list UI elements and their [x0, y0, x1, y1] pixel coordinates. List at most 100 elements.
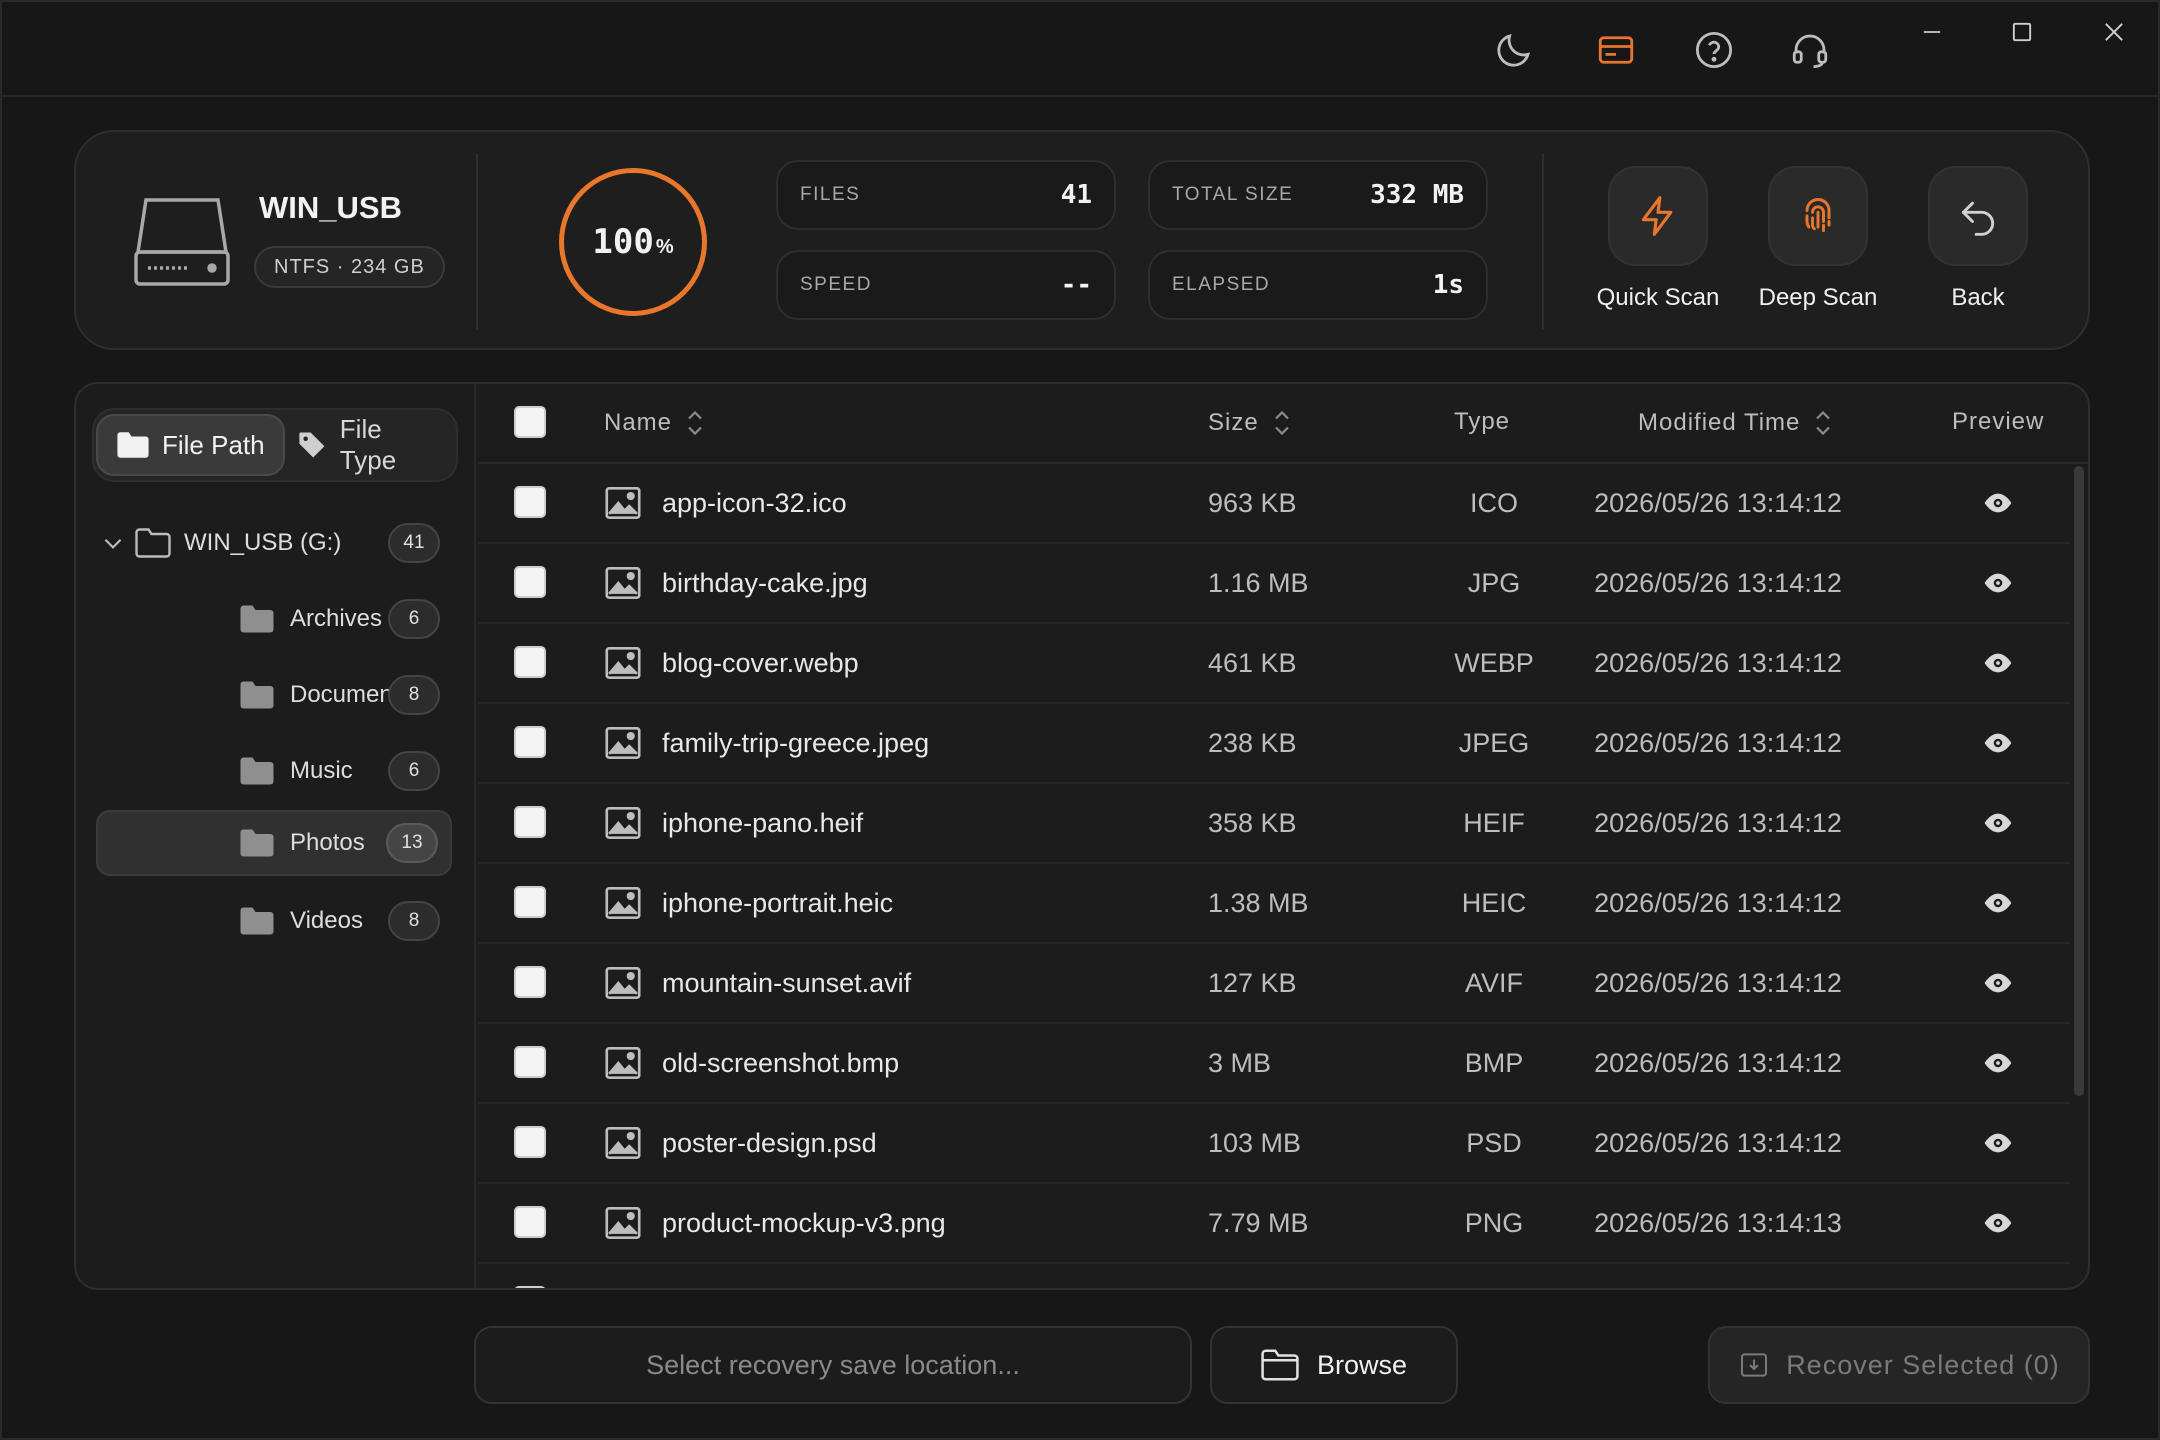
- column-header-name[interactable]: Name: [604, 408, 704, 438]
- back-button[interactable]: Back: [1926, 166, 2030, 312]
- sidebar-item-photos[interactable]: Photos 13: [96, 810, 452, 876]
- file-type: PSD: [1466, 1127, 1522, 1158]
- file-name-cell: blog-cover.webp: [604, 624, 859, 702]
- row-checkbox[interactable]: [514, 966, 546, 998]
- row-checkbox[interactable]: [514, 1126, 546, 1158]
- preview-button[interactable]: [1982, 1104, 2014, 1182]
- folder-label: Music: [290, 757, 353, 784]
- file-modified-time: 2026/05/26 13:14:12: [1594, 967, 1842, 998]
- file-type: JPEG: [1458, 727, 1530, 758]
- deep-scan-tile[interactable]: [1768, 166, 1868, 266]
- preview-button[interactable]: [1982, 1024, 2014, 1102]
- table-row[interactable]: iphone-portrait.heic 1.38 MB HEIC 2026/05/2…: [478, 864, 2070, 944]
- column-header-modified[interactable]: Modified Time: [1638, 408, 1832, 438]
- quick-scan-tile[interactable]: [1608, 166, 1708, 266]
- row-checkbox[interactable]: [514, 566, 546, 598]
- elapsed-value: 1s: [1432, 270, 1464, 300]
- recover-selected-button[interactable]: Recover Selected (0): [1708, 1326, 2090, 1404]
- table-row[interactable]: [478, 1264, 2070, 1288]
- sidebar-item-music[interactable]: Music 6: [96, 738, 452, 804]
- preview-button[interactable]: [1982, 544, 2014, 622]
- file-size: 127 KB: [1208, 967, 1297, 998]
- table-row[interactable]: iphone-pano.heif 358 KB HEIF 2026/05/26 13:…: [478, 784, 2070, 864]
- help-icon[interactable]: [1690, 26, 1738, 74]
- scan-progress-ring: 100 %: [559, 168, 707, 316]
- image-file-icon: [605, 727, 641, 759]
- support-headset-icon[interactable]: [1786, 26, 1834, 74]
- file-table: Name Size Type Modified Time Preview app…: [478, 384, 2088, 1288]
- table-scrollbar[interactable]: [2074, 466, 2084, 1096]
- table-row[interactable]: family-trip-greece.jpeg 238 KB JPEG 2026/05…: [478, 704, 2070, 784]
- row-checkbox[interactable]: [514, 886, 546, 918]
- file-size: 461 KB: [1208, 647, 1297, 678]
- table-row[interactable]: blog-cover.webp 461 KB WEBP 2026/05/26 13:1…: [478, 624, 2070, 704]
- tab-file-type[interactable]: File Type: [278, 414, 456, 476]
- preview-button[interactable]: [1982, 704, 2014, 782]
- back-tile[interactable]: [1928, 166, 2028, 266]
- minimize-icon[interactable]: [1902, 12, 1962, 52]
- results-panel: File Path File Type WIN_USB (G:) 41 Arch…: [74, 382, 2090, 1290]
- tab-file-path[interactable]: File Path: [96, 414, 285, 476]
- sidebar-item-archives[interactable]: Archives 6: [96, 586, 452, 652]
- sort-icon[interactable]: [1814, 408, 1832, 438]
- preview-button[interactable]: [1982, 944, 2014, 1022]
- select-all-checkbox[interactable]: [514, 406, 546, 438]
- save-location-input[interactable]: [474, 1326, 1192, 1404]
- preview-button[interactable]: [1982, 784, 2014, 862]
- table-row[interactable]: mountain-sunset.avif 127 KB AVIF 2026/05/26…: [478, 944, 2070, 1024]
- file-type: HEIC: [1461, 887, 1527, 918]
- row-checkbox[interactable]: [514, 486, 546, 518]
- sidebar-item-documents[interactable]: Documents 8: [96, 662, 452, 728]
- count-badge: 6: [388, 599, 440, 639]
- table-row[interactable]: birthday-cake.jpg 1.16 MB JPG 2026/05/26 13…: [478, 544, 2070, 624]
- tree-root-win-usb[interactable]: WIN_USB (G:) 41: [96, 510, 452, 576]
- sidebar-item-videos[interactable]: Videos 8: [96, 888, 452, 954]
- table-body: app-icon-32.ico 963 KB ICO 2026/05/26 13:14…: [478, 464, 2070, 1288]
- file-size: 1.16 MB: [1208, 567, 1309, 598]
- file-modified-time: 2026/05/26 13:14:12: [1594, 487, 1842, 518]
- folder-icon: [240, 829, 274, 857]
- file-type: WEBP: [1454, 647, 1534, 678]
- table-row[interactable]: product-mockup-v3.png 7.79 MB PNG 2026/05/2…: [478, 1184, 2070, 1264]
- table-row[interactable]: app-icon-32.ico 963 KB ICO 2026/05/26 13:14…: [478, 464, 2070, 544]
- preview-button[interactable]: [1982, 1184, 2014, 1262]
- tab-file-type-label: File Type: [339, 414, 397, 475]
- table-row[interactable]: old-screenshot.bmp 3 MB BMP 2026/05/26 13:1…: [478, 1024, 2070, 1104]
- browse-button[interactable]: Browse: [1210, 1326, 1458, 1404]
- chevron-down-icon[interactable]: [100, 530, 126, 556]
- moon-icon[interactable]: [1490, 26, 1538, 74]
- row-checkbox[interactable]: [514, 1206, 546, 1238]
- row-checkbox[interactable]: [514, 806, 546, 838]
- usb-drive-icon: [132, 190, 232, 290]
- count-badge: 6: [388, 751, 440, 791]
- quick-scan-button[interactable]: Quick Scan: [1597, 166, 1719, 312]
- eye-icon: [1984, 1053, 2012, 1073]
- sort-icon[interactable]: [686, 408, 704, 438]
- sort-icon[interactable]: [1273, 408, 1291, 438]
- deep-scan-button[interactable]: Deep Scan: [1759, 166, 1877, 312]
- maximize-icon[interactable]: [1992, 12, 2052, 52]
- preview-button[interactable]: [1982, 464, 2014, 542]
- close-icon[interactable]: [2084, 12, 2144, 52]
- folder-outline-icon: [135, 528, 171, 558]
- row-checkbox[interactable]: [514, 1046, 546, 1078]
- app-window: WIN_USB NTFS · 234 GB 100 % FILES 41 SPE…: [0, 0, 2160, 1440]
- eye-icon: [1984, 1213, 2012, 1233]
- file-modified-time: 2026/05/26 13:14:12: [1594, 807, 1842, 838]
- row-checkbox[interactable]: [514, 646, 546, 678]
- file-size: 1.38 MB: [1208, 887, 1309, 918]
- image-file-icon: [605, 807, 641, 839]
- column-header-type-label: Type: [1454, 408, 1511, 435]
- row-checkbox[interactable]: [514, 1286, 546, 1288]
- preview-button[interactable]: [1982, 624, 2014, 702]
- table-row[interactable]: poster-design.psd 103 MB PSD 2026/05/26 13:…: [478, 1104, 2070, 1184]
- files-stat: FILES 41: [776, 160, 1116, 230]
- row-checkbox[interactable]: [514, 726, 546, 758]
- preview-button[interactable]: [1982, 864, 2014, 942]
- image-file-icon: [605, 647, 641, 679]
- eye-icon: [1984, 493, 2012, 513]
- license-card-icon[interactable]: [1592, 26, 1640, 74]
- file-modified-time: 2026/05/26 13:14:12: [1594, 647, 1842, 678]
- recover-selected-label: Recover Selected (0): [1786, 1349, 2060, 1380]
- column-header-size[interactable]: Size: [1208, 408, 1291, 438]
